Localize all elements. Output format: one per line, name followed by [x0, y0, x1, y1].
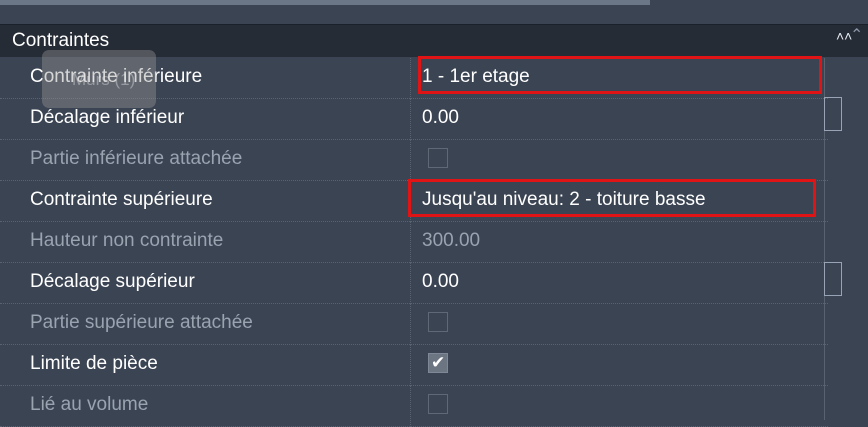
property-value-cell: 300.00: [410, 222, 824, 263]
checkbox: [428, 312, 448, 332]
properties-grid: Contrainte inférieure 1 - 1er etage Déca…: [0, 58, 868, 427]
property-row-lie-au-volume: Lié au volume: [0, 386, 868, 427]
property-value-cell[interactable]: 0.00: [410, 99, 824, 140]
property-value-cell: [410, 386, 824, 427]
property-value[interactable]: 0.00: [422, 271, 459, 293]
property-value-cell[interactable]: 0.00: [410, 263, 824, 304]
property-label: Hauteur non contrainte: [30, 230, 224, 251]
property-label: Limite de pièce: [30, 353, 158, 374]
scroll-track[interactable]: [0, 0, 650, 5]
property-row-limite-de-piece[interactable]: Limite de pièce ✔: [0, 345, 868, 386]
property-label: Partie inférieure attachée: [30, 148, 243, 169]
property-label: Partie supérieure attachée: [30, 312, 253, 333]
property-value-cell[interactable]: Jusqu'au niveau: 2 - toiture basse: [410, 181, 824, 222]
property-value: 300.00: [422, 230, 481, 251]
property-label: Décalage inférieur: [30, 107, 185, 128]
checkbox: [428, 148, 448, 168]
property-row-contrainte-superieure[interactable]: Contrainte supérieure Jusqu'au niveau: 2…: [0, 181, 868, 222]
property-value-cell[interactable]: ✔: [410, 345, 824, 386]
property-label: Contrainte supérieure: [30, 189, 213, 210]
check-icon: ✔: [431, 353, 446, 373]
section-title: Contraintes: [12, 30, 110, 51]
scroll-handle-icon[interactable]: [824, 97, 842, 131]
drag-ghost-label: Murs (1): [72, 70, 136, 89]
property-row-decalage-superieur[interactable]: Décalage supérieur 0.00: [0, 263, 868, 304]
property-label: Décalage supérieur: [30, 271, 195, 292]
scroll-handle-icon[interactable]: [824, 262, 842, 296]
property-value[interactable]: 0.00: [422, 107, 459, 129]
property-row-partie-inferieure-attachee: Partie inférieure attachée: [0, 140, 868, 181]
property-row-hauteur-non-contrainte: Hauteur non contrainte 300.00: [0, 222, 868, 263]
property-value[interactable]: Jusqu'au niveau: 2 - toiture basse: [422, 189, 706, 211]
property-value-cell[interactable]: 1 - 1er etage: [410, 58, 824, 99]
property-value-cell: [410, 140, 824, 181]
property-value[interactable]: 1 - 1er etage: [422, 66, 530, 88]
property-value-cell: [410, 304, 824, 345]
checkbox[interactable]: ✔: [428, 353, 448, 373]
panel-edge-icon: ⌃: [850, 27, 864, 44]
property-label: Lié au volume: [30, 394, 149, 415]
checkbox: [428, 394, 448, 414]
property-row-partie-superieure-attachee: Partie supérieure attachée: [0, 304, 868, 345]
